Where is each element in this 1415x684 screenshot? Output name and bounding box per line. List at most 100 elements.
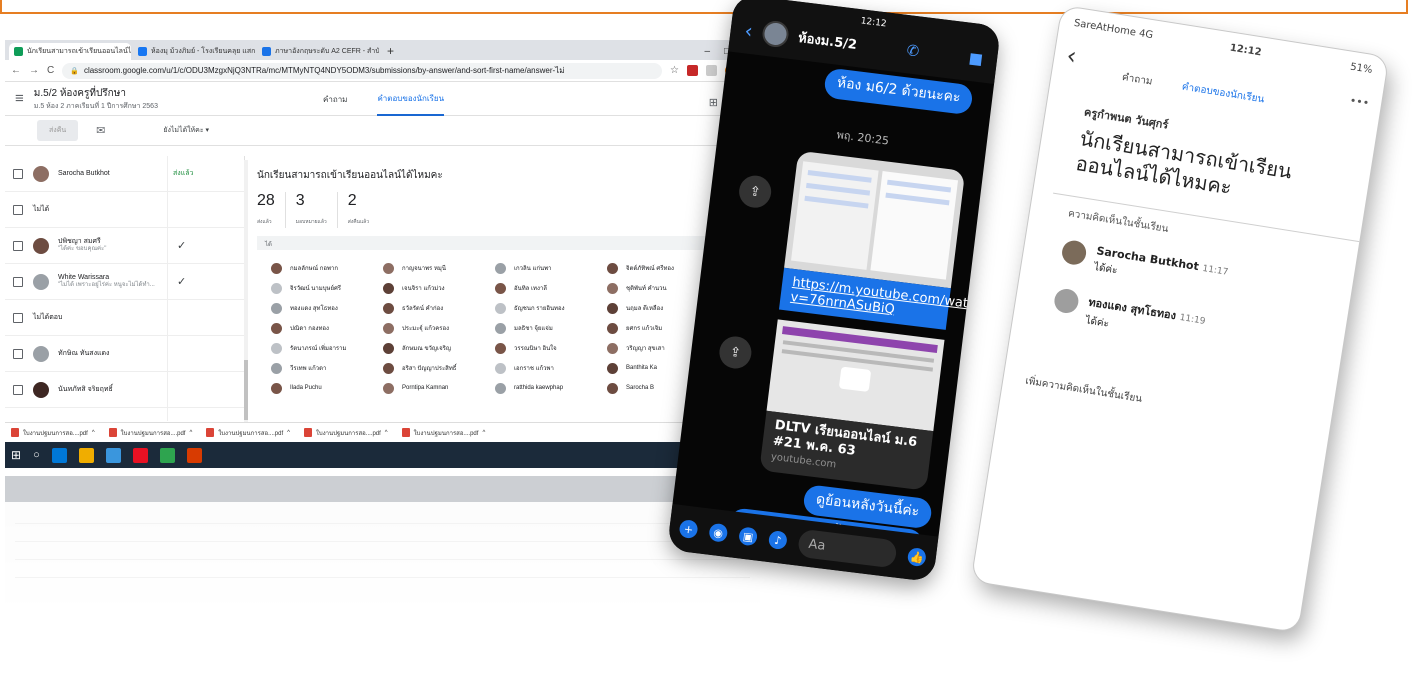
- list-item[interactable]: White Warissara "ไม่ได้ เพราะอยู่ไร่ค่ะ ห…: [5, 264, 244, 300]
- add-class-comment-field[interactable]: เพิ่มความคิดเห็นในชั้นเรียน: [1024, 374, 1331, 437]
- answer-student-cell[interactable]: ประมะฐุ์ แก้วครอง: [383, 320, 495, 336]
- student-name: จิรวัฒน์ นามบุษย์ศรี: [290, 286, 342, 292]
- browser-tab-2[interactable]: ห้องมุ ม้วงภิมย์ - โรงเรียนคลุย แสกรณ์เ …: [133, 43, 255, 60]
- list-item[interactable]: ไม่ได้ตอบ: [5, 300, 244, 336]
- answer-student-cell[interactable]: มลธิชา จุ้ยแจ่ม: [495, 320, 607, 336]
- list-item[interactable]: ทักษิณ ทันสงแดง: [5, 336, 244, 372]
- windows-start-icon[interactable]: ⊞: [11, 448, 21, 462]
- url-text: classroom.google.com/u/1/c/ODU3MzgxNjQ3N…: [83, 66, 565, 75]
- list-item[interactable]: ไม่ได้: [5, 192, 244, 228]
- browser-tab-1[interactable]: นักเรียนสามารถเข้าเรียนออนไลน์ได้ไห ×: [9, 43, 131, 60]
- image-icon[interactable]: ▣: [738, 526, 759, 547]
- answer-student-cell[interactable]: วีรเทพ แก้วดา: [271, 360, 383, 376]
- download-item[interactable]: ใบงานปฐมนการสอ....pdf ^: [303, 428, 388, 438]
- answer-student-cell[interactable]: จิรวัฒน์ นามบุษย์ศรี: [271, 280, 383, 296]
- browser-tab-3[interactable]: ภาษาอังกฤษระดับ A2 CEFR - สำนักงา ×: [257, 43, 379, 60]
- stat-returned[interactable]: 2 ส่งคืนแล้ว: [348, 192, 379, 228]
- tab-student-answers[interactable]: คำตอบของนักเรียน: [1181, 80, 1266, 108]
- video-call-icon[interactable]: ■: [968, 49, 984, 69]
- answer-student-cell[interactable]: Ilada Puchu: [271, 380, 383, 396]
- camera-icon[interactable]: ◉: [708, 522, 729, 543]
- share-icon[interactable]: ⇪: [737, 173, 773, 210]
- return-button[interactable]: ส่งคืน: [37, 120, 79, 141]
- taskbar-app-icon[interactable]: [78, 447, 94, 463]
- search-icon[interactable]: ○: [33, 449, 40, 461]
- answer-student-cell[interactable]: รัตนาภรณ์ เพิ่มอาราม: [271, 340, 383, 356]
- battery-level: 51%: [1349, 61, 1374, 76]
- taskbar-app-icon[interactable]: [186, 447, 202, 463]
- list-item[interactable]: ปพิชญา สมศรี "ได้ค่ะ ขอบคุณค่ะ" ✓: [5, 228, 244, 264]
- answer-student-cell[interactable]: ลักษมณ ขวัญเจริญ: [383, 340, 495, 356]
- stat-turned-in[interactable]: 28 ส่งแล้ว: [257, 192, 286, 228]
- tab-student-answers[interactable]: คำตอบของนักเรียน: [377, 82, 445, 116]
- download-item[interactable]: ใบงานปฐมนการสอ....pdf ^: [401, 428, 485, 438]
- answer-student-cell[interactable]: ratthida kaewphap: [495, 380, 607, 396]
- back-chevron-icon[interactable]: ‹: [1065, 41, 1079, 70]
- screenshot-thumbnails[interactable]: [784, 150, 966, 289]
- tab-question[interactable]: คำถาม: [1121, 70, 1154, 90]
- pdf-extension-icon[interactable]: [687, 65, 698, 76]
- class-title[interactable]: ม.5/2 ห้องครูที่ปรึกษา: [34, 86, 158, 101]
- taskbar-app-icon[interactable]: [159, 447, 175, 463]
- answer-student-cell[interactable]: เอกราช แก้วพา: [495, 360, 607, 376]
- taskbar-app-icon[interactable]: [105, 447, 121, 463]
- reload-icon[interactable]: C: [47, 65, 54, 76]
- answer-student-cell[interactable]: อริสา ปัญญาประสิทธิ์: [383, 360, 495, 376]
- list-item[interactable]: Sarocha Butkhot ส่งแล้ว: [5, 156, 244, 192]
- download-item[interactable]: ใบงานปฐมนการสอ....pdf ^: [108, 428, 192, 438]
- url-field[interactable]: 🔒 classroom.google.com/u/1/c/ODU3MzgxNjQ…: [62, 62, 663, 79]
- checkbox[interactable]: [13, 312, 23, 323]
- star-icon[interactable]: ☆: [670, 65, 679, 76]
- chevron-up-icon[interactable]: ^: [385, 430, 388, 436]
- new-tab-button[interactable]: +: [381, 44, 400, 60]
- sort-select[interactable]: ยังไม่ได้ให้คะ ▾: [163, 125, 209, 136]
- scrollbar[interactable]: [244, 160, 248, 422]
- chevron-up-icon[interactable]: ^: [287, 430, 290, 436]
- stat-assigned[interactable]: 3 มอบหมายแล้ว: [296, 192, 338, 228]
- scrollbar-thumb[interactable]: [244, 360, 248, 420]
- answer-student-cell[interactable]: อันทิล เทงาลี: [495, 280, 607, 296]
- list-item[interactable]: นันทภัทสิ จริยฤทธิ์: [5, 372, 244, 408]
- microphone-icon[interactable]: ♪: [767, 530, 788, 551]
- checkbox[interactable]: [13, 384, 23, 395]
- more-dots-icon[interactable]: •••: [1349, 94, 1370, 110]
- answer-student-cell[interactable]: เจนจิรา แก้วม่วง: [383, 280, 495, 296]
- share-icon[interactable]: ⇪: [717, 334, 754, 371]
- back-chevron-icon[interactable]: ‹: [743, 18, 754, 43]
- answer-student-cell[interactable]: ธวัลรัตน์ คำก่อง: [383, 300, 495, 316]
- checkbox[interactable]: [13, 168, 23, 179]
- answer-student-cell[interactable]: กาญจนาพร หมุนี: [383, 260, 495, 276]
- answer-student-cell[interactable]: ทองแดง สุทโธทอง: [271, 300, 383, 316]
- checkbox[interactable]: [13, 240, 23, 251]
- mail-icon[interactable]: ✉: [96, 124, 105, 137]
- back-arrow-icon[interactable]: ←: [11, 65, 21, 76]
- message-input[interactable]: Aa: [797, 528, 898, 569]
- phone-call-icon[interactable]: ✆: [906, 41, 921, 60]
- answer-student-cell[interactable]: ปณิดา กองทอง: [271, 320, 383, 336]
- like-icon[interactable]: 👍: [906, 547, 927, 568]
- apps-grid-icon[interactable]: ⊞: [709, 96, 718, 109]
- tab-question[interactable]: คำถาม: [323, 82, 347, 116]
- checkbox[interactable]: [13, 204, 23, 215]
- student-note: "ได้ค่ะ ขอบคุณค่ะ": [58, 246, 107, 253]
- answer-student-cell[interactable]: Porntipa Kamnan: [383, 380, 495, 396]
- hamburger-menu-icon[interactable]: ≡: [15, 90, 24, 107]
- taskbar-app-icon[interactable]: [51, 447, 67, 463]
- checkbox[interactable]: [13, 348, 23, 359]
- chevron-up-icon[interactable]: ^: [189, 430, 192, 436]
- chevron-up-icon[interactable]: ^: [482, 430, 485, 436]
- answer-student-cell[interactable]: ธัญชนก รายอินทอง: [495, 300, 607, 316]
- extension-icon[interactable]: [706, 65, 717, 76]
- taskbar-app-icon[interactable]: [132, 447, 148, 463]
- plus-icon[interactable]: +: [678, 519, 699, 540]
- checkbox[interactable]: [13, 276, 23, 287]
- answer-student-cell[interactable]: วรรณนิษา อินใจ: [495, 340, 607, 356]
- forward-arrow-icon[interactable]: →: [29, 65, 39, 76]
- minimize-button[interactable]: –: [705, 46, 711, 57]
- chevron-up-icon[interactable]: ^: [92, 430, 95, 436]
- answer-student-cell[interactable]: เกวลิน แก่นพา: [495, 260, 607, 276]
- download-item[interactable]: ใบงานปฐมนการสอ....pdf ^: [206, 428, 290, 438]
- download-item[interactable]: ใบงานปฐมนการสอ....pdf ^: [11, 428, 95, 438]
- chat-name[interactable]: ห้องม.5/2: [797, 26, 858, 54]
- answer-student-cell[interactable]: กมลลักษณ์ กอพาก: [271, 260, 383, 276]
